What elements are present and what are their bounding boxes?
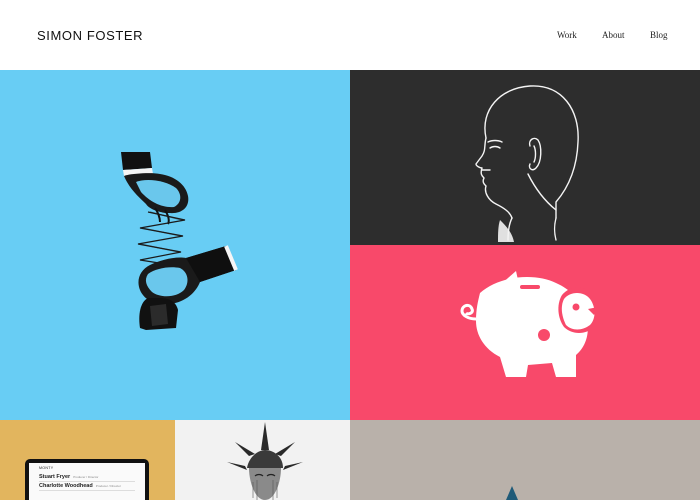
list-item: Charlotte Woodhead Producer / Director	[39, 482, 135, 491]
nav-link-work[interactable]: Work	[557, 30, 577, 40]
project-tile-partial-illustration[interactable]	[350, 420, 700, 500]
project-tile-laptop-mockup[interactable]: MONTY Stuart Fryer Producer / Director C…	[0, 420, 175, 500]
list-item: Stuart Fryer Producer / Director	[39, 473, 135, 482]
person-name: Charlotte Woodhead	[39, 483, 93, 489]
laptop-device: MONTY Stuart Fryer Producer / Director C…	[25, 459, 149, 500]
project-tile-hands-spring[interactable]	[0, 70, 350, 420]
nav-link-about[interactable]: About	[602, 30, 625, 40]
statue-of-liberty-engraving	[227, 422, 303, 500]
project-tile-head-profile[interactable]	[350, 70, 700, 245]
project-tile-piggy-bank[interactable]	[350, 245, 700, 420]
laptop-screen: MONTY Stuart Fryer Producer / Director C…	[29, 463, 145, 500]
laptop-site-title: MONTY	[39, 466, 54, 470]
project-tile-statue-liberty[interactable]	[175, 420, 350, 500]
head-profile-line-drawing	[475, 85, 579, 242]
hands-spring-illustration	[121, 152, 238, 330]
person-name: Stuart Fryer	[39, 474, 71, 480]
site-header: SIMON FOSTER Work About Blog	[0, 0, 700, 70]
person-role: Producer / Director	[73, 475, 99, 479]
piggy-bank-bird-logo	[460, 271, 600, 377]
nav-link-blog[interactable]: Blog	[650, 30, 668, 40]
person-role: Producer / Director	[95, 484, 121, 488]
partial-illustration	[506, 486, 518, 500]
site-logo[interactable]: SIMON FOSTER	[37, 28, 143, 43]
